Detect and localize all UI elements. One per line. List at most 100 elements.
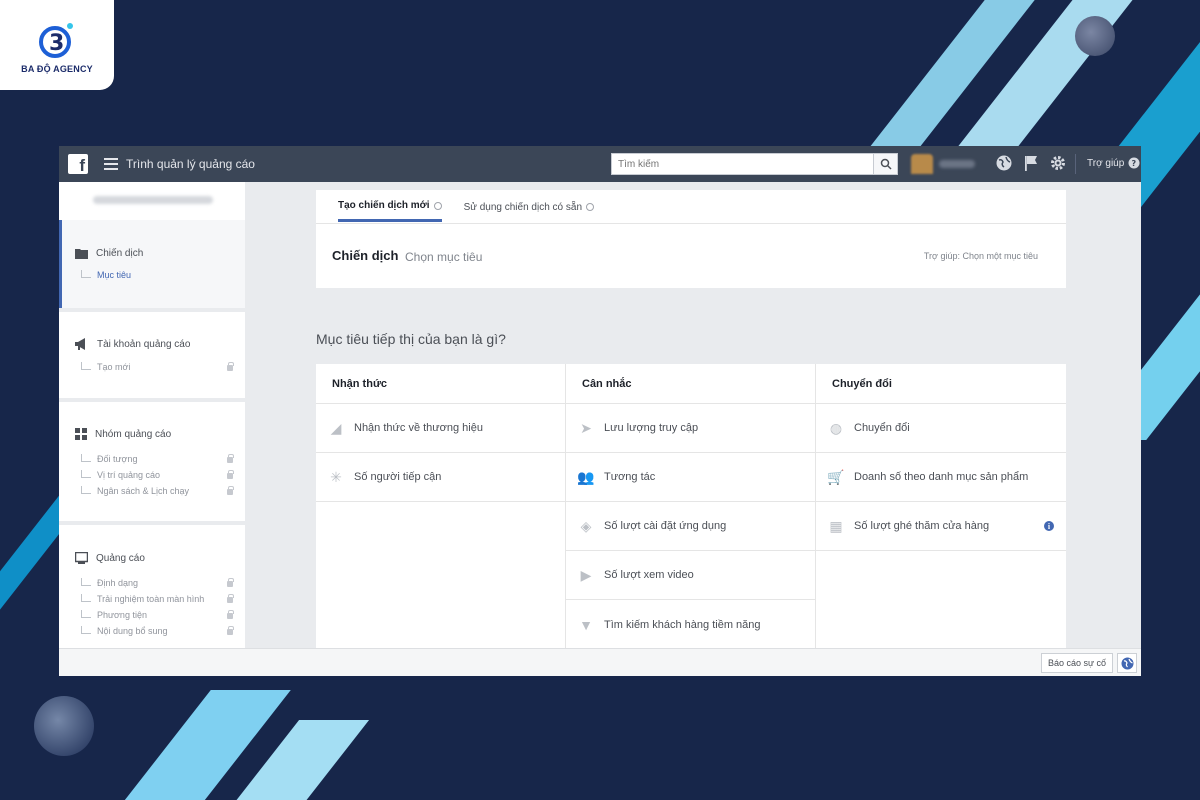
lock-icon bbox=[227, 486, 234, 495]
language-button[interactable] bbox=[1117, 653, 1137, 673]
sparkle-icon: ✳ bbox=[330, 468, 342, 485]
objective-app-installs[interactable]: ◈ Số lượt cài đặt ứng dụng bbox=[566, 502, 815, 551]
grid-icon bbox=[75, 428, 87, 440]
monitor-icon bbox=[75, 552, 88, 564]
bg-bubble bbox=[1075, 16, 1115, 56]
column-heading: Chuyển đổi bbox=[816, 364, 1066, 404]
video-camera-icon: ▶ bbox=[580, 566, 592, 583]
objective-lead-generation[interactable]: ▼ Tìm kiếm khách hàng tiềm năng bbox=[566, 600, 815, 649]
search-button[interactable] bbox=[873, 154, 897, 174]
objective-column-conversion: Chuyển đổi ◍ Chuyển đổi 🛒 Doanh số theo … bbox=[816, 364, 1066, 654]
nav-section-campaign[interactable]: Chiến dịch Mục tiêu bbox=[59, 220, 245, 308]
objective-column-awareness: Nhận thức ◢ Nhận thức về thương hiệu ✳ S… bbox=[316, 364, 566, 654]
agency-name: BA ĐỘ AGENCY bbox=[21, 64, 93, 74]
lock-icon bbox=[227, 578, 234, 587]
megaphone-icon bbox=[75, 338, 85, 350]
nav-ad-label: Quảng cáo bbox=[96, 552, 145, 564]
agency-logo-icon: 3 bbox=[39, 23, 73, 58]
search-box bbox=[611, 153, 898, 175]
objective-brand-awareness[interactable]: ◢ Nhận thức về thương hiệu bbox=[316, 404, 565, 453]
gear-icon[interactable] bbox=[1049, 154, 1067, 172]
left-navigation: Chiến dịch Mục tiêu Tài khoản quảng cáo … bbox=[59, 182, 245, 648]
top-bar: f Trình quản lý quảng cáo Trợ giúp ? bbox=[59, 146, 1141, 182]
lock-icon bbox=[227, 362, 234, 371]
nav-campaign-label: Chiến dịch bbox=[96, 248, 144, 259]
bg-bubble bbox=[34, 696, 94, 756]
campaign-heading: Chiến dịch bbox=[332, 248, 399, 263]
info-icon[interactable]: i bbox=[1044, 521, 1054, 531]
folder-icon bbox=[75, 249, 88, 259]
objective-reach[interactable]: ✳ Số người tiếp cận bbox=[316, 453, 565, 502]
report-problem-button[interactable]: Báo cáo sự cố bbox=[1040, 653, 1113, 673]
campaign-subheading: Chọn mục tiêu bbox=[405, 250, 483, 264]
account-name-blurred bbox=[939, 160, 975, 168]
account-name-blurred bbox=[93, 196, 213, 204]
megaphone-icon: ◢ bbox=[330, 419, 342, 436]
tab-existing-campaign[interactable]: Sử dụng chiến dịch có sẵn bbox=[464, 200, 595, 222]
bottom-bar: Báo cáo sự cố bbox=[59, 648, 1141, 676]
nav-ad-format[interactable]: Định dạng bbox=[81, 578, 138, 588]
help-label: Trợ giúp bbox=[1087, 157, 1125, 169]
nav-campaign-objective[interactable]: Mục tiêu bbox=[81, 270, 131, 280]
nav-ad-account-label: Tài khoản quảng cáo bbox=[97, 338, 191, 350]
lock-icon bbox=[227, 470, 234, 479]
app-title[interactable]: Trình quản lý quảng cáo bbox=[126, 157, 255, 171]
globe-icon bbox=[1121, 657, 1133, 669]
svg-text:?: ? bbox=[1132, 159, 1137, 168]
nav-ad-media[interactable]: Phương tiện bbox=[81, 610, 147, 620]
account-avatar bbox=[911, 154, 933, 174]
info-icon bbox=[586, 203, 595, 211]
people-icon: 👥 bbox=[577, 468, 595, 485]
campaign-help-link[interactable]: Trợ giúp: Chọn một mục tiêu bbox=[924, 251, 1038, 261]
cursor-icon: ➤ bbox=[580, 419, 592, 436]
help-question-icon: ? bbox=[1128, 157, 1140, 169]
help-link[interactable]: Trợ giúp ? bbox=[1087, 157, 1140, 169]
globe-icon: ◍ bbox=[829, 419, 843, 436]
lock-icon bbox=[227, 610, 234, 619]
tab-new-campaign[interactable]: Tạo chiến dịch mới bbox=[338, 200, 442, 222]
logo-digit: 3 bbox=[49, 31, 64, 56]
funnel-icon: ▼ bbox=[579, 616, 593, 633]
column-heading: Nhận thức bbox=[316, 364, 565, 404]
facebook-logo-icon[interactable]: f bbox=[68, 154, 88, 174]
account-switcher[interactable] bbox=[911, 154, 981, 174]
info-icon bbox=[433, 201, 442, 210]
nav-ad-account-create[interactable]: Tạo mới bbox=[81, 362, 130, 372]
globe-icon[interactable] bbox=[995, 154, 1013, 172]
objectives-card: Nhận thức ◢ Nhận thức về thương hiệu ✳ S… bbox=[316, 364, 1066, 654]
campaign-tabs-card: Tạo chiến dịch mới Sử dụng chiến dịch có… bbox=[316, 190, 1066, 288]
nav-account-name-card bbox=[59, 182, 245, 220]
nav-ad-set-placement[interactable]: Vị trí quảng cáo bbox=[81, 470, 160, 480]
cube-icon: ◈ bbox=[580, 517, 592, 534]
lock-icon bbox=[227, 454, 234, 463]
objective-question: Mục tiêu tiếp thị của bạn là gì? bbox=[316, 331, 506, 347]
agency-logo-card: 3 BA ĐỘ AGENCY bbox=[0, 0, 114, 90]
tabs-divider bbox=[316, 223, 1066, 224]
objective-conversions[interactable]: ◍ Chuyển đổi bbox=[816, 404, 1066, 453]
nav-section-ad[interactable]: Quảng cáo Định dạng Trải nghiệm toàn màn… bbox=[59, 525, 245, 648]
search-icon bbox=[880, 158, 892, 170]
nav-section-ad-account[interactable]: Tài khoản quảng cáo Tạo mới bbox=[59, 312, 245, 398]
objective-catalog-sales[interactable]: 🛒 Doanh số theo danh mục sản phẩm bbox=[816, 453, 1066, 502]
nav-ad-fullscreen[interactable]: Trải nghiệm toàn màn hình bbox=[81, 594, 204, 604]
objective-traffic[interactable]: ➤ Lưu lượng truy cập bbox=[566, 404, 815, 453]
nav-ad-set-budget[interactable]: Ngân sách & Lịch chạy bbox=[81, 486, 189, 496]
hamburger-menu-icon[interactable] bbox=[104, 158, 118, 170]
nav-ad-set-label: Nhóm quảng cáo bbox=[95, 428, 172, 440]
topbar-divider bbox=[1075, 154, 1076, 174]
objective-video-views[interactable]: ▶ Số lượt xem video bbox=[566, 551, 815, 600]
objective-store-visits[interactable]: ▦ Số lượt ghé thăm cửa hàng i bbox=[816, 502, 1066, 551]
cart-icon: 🛒 bbox=[827, 468, 845, 485]
nav-section-ad-set[interactable]: Nhóm quảng cáo Đối tượng Vị trí quảng cá… bbox=[59, 402, 245, 521]
objective-engagement[interactable]: 👥 Tương tác bbox=[566, 453, 815, 502]
flag-icon[interactable] bbox=[1023, 154, 1039, 172]
ads-manager-window: f Trình quản lý quảng cáo Trợ giúp ? bbox=[59, 146, 1141, 676]
objective-column-consideration: Cân nhắc ➤ Lưu lượng truy cập 👥 Tương tá… bbox=[566, 364, 816, 654]
column-heading: Cân nhắc bbox=[566, 364, 815, 404]
search-input[interactable] bbox=[612, 154, 873, 174]
nav-ad-set-audience[interactable]: Đối tượng bbox=[81, 454, 137, 464]
nav-ad-extra-content[interactable]: Nội dung bổ sung bbox=[81, 626, 168, 636]
store-icon: ▦ bbox=[829, 517, 843, 534]
lock-icon bbox=[227, 626, 234, 635]
lock-icon bbox=[227, 594, 234, 603]
